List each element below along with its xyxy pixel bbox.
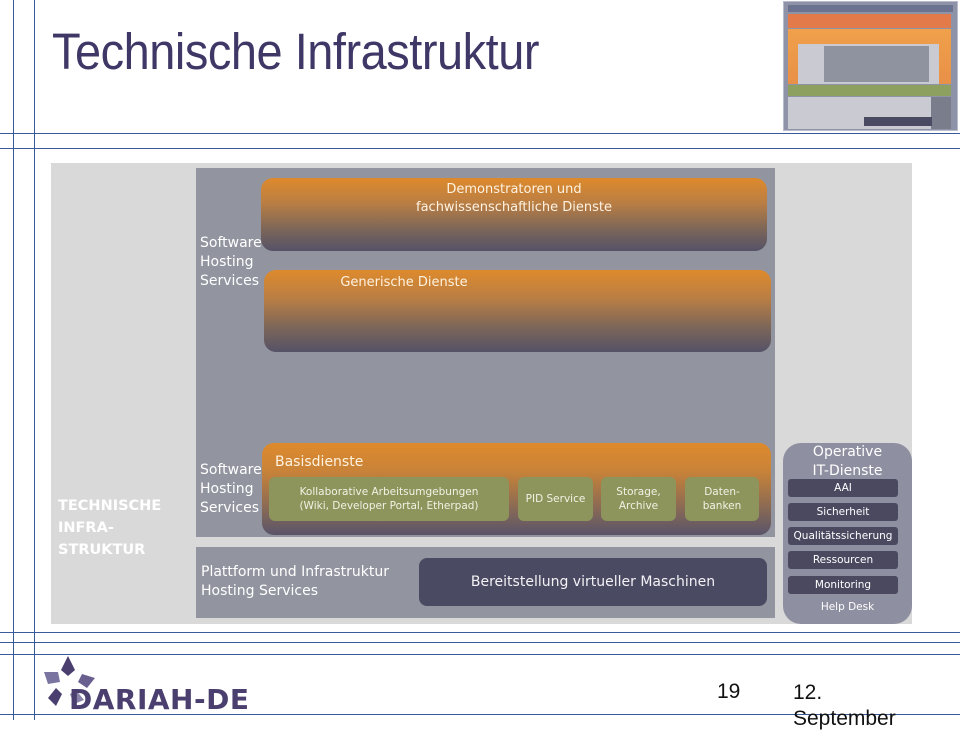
- ops-item-sicherheit: Sicherheit: [788, 503, 898, 521]
- operative-it-dienste-panel: Operative IT-Dienste AAI Sicherheit Qual…: [783, 443, 912, 624]
- ops-item-ressourcen: Ressourcen: [788, 551, 898, 569]
- storage-archive-box: Storage, Archive: [601, 477, 676, 521]
- datenbanken-box: Daten- banken: [685, 477, 759, 521]
- software-hosting-label-upper: Software Hosting Services: [200, 235, 262, 289]
- page-number: 19: [717, 680, 741, 703]
- ops-item-help-desk: Help Desk: [820, 601, 875, 613]
- guide-line: [0, 632, 960, 633]
- slide-title: Technische Infrastruktur: [52, 23, 540, 80]
- ops-item-qualitaetssicherung: Qualitätssicherung: [788, 527, 898, 545]
- guide-line: [34, 0, 35, 720]
- guide-line: [0, 148, 960, 149]
- pid-service-box: PID Service: [518, 477, 593, 521]
- kollaborative-arbeitsumgebungen-box: Kollaborative Arbeitsumgebungen (Wiki, D…: [269, 477, 509, 521]
- slide-overview-thumbnail: [783, 1, 958, 131]
- demonstratoren-box: Demonstratoren und fachwissenschaftliche…: [261, 178, 767, 251]
- ops-item-aai: AAI: [788, 479, 898, 497]
- generische-dienste-box: Generische Dienste: [264, 270, 771, 352]
- virtuelle-maschinen-box: Bereitstellung virtueller Maschinen: [419, 558, 767, 606]
- basisdienste-title: Basisdienste: [275, 454, 364, 470]
- software-hosting-label-lower: Software Hosting Services: [200, 462, 262, 516]
- ops-item-monitoring: Monitoring: [788, 576, 898, 594]
- guide-line: [0, 133, 960, 134]
- date: 12. September: [793, 681, 896, 730]
- guide-line: [0, 654, 960, 655]
- plattform-infrastruktur-label: Plattform und Infrastruktur Hosting Serv…: [201, 564, 389, 599]
- operative-it-dienste-title: Operative IT-Dienste: [812, 444, 883, 479]
- guide-line: [0, 642, 960, 643]
- technische-infrastruktur-label: TECHNISCHE INFRA- STRUKTUR: [58, 498, 162, 558]
- guide-line: [13, 0, 14, 720]
- dariah-de-logo: DARIAH-DE: [69, 683, 250, 716]
